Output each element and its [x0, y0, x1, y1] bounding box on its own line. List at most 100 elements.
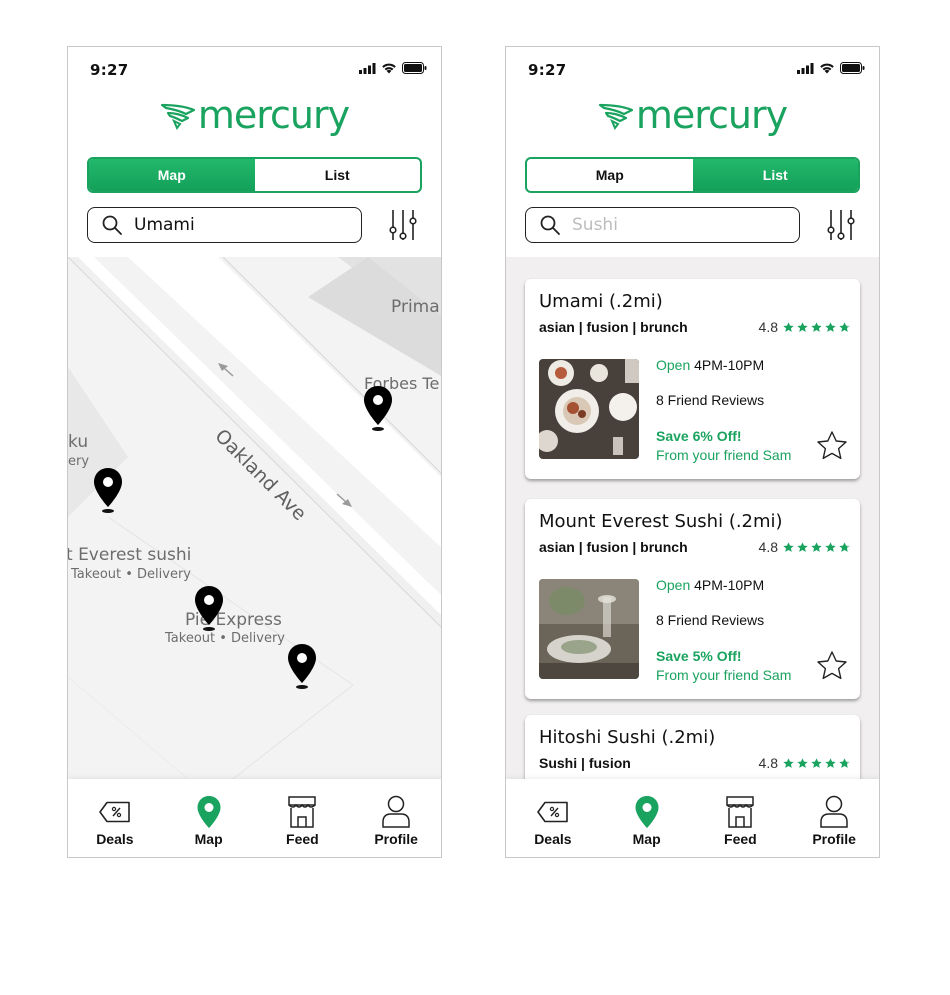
wifi-icon — [382, 63, 396, 74]
restaurant-card[interactable]: Mount Everest Sushi (.2mi) asian | fusio… — [525, 499, 860, 699]
battery-icon — [840, 62, 865, 74]
restaurant-photo — [539, 359, 639, 459]
map-pin-icon[interactable] — [362, 385, 394, 433]
bottom-tab-bar: Deals Map Feed Profile — [68, 779, 441, 857]
tab-map-label: Map — [194, 831, 223, 847]
search-icon — [540, 215, 560, 235]
search-value: Umami — [134, 215, 195, 235]
storefront-icon — [288, 796, 317, 828]
signal-icon — [359, 62, 376, 74]
tab-deals[interactable]: Deals — [506, 779, 600, 857]
search-input[interactable]: Umami — [87, 207, 362, 243]
deal-source: From your friend Sam — [656, 447, 792, 463]
map-view[interactable]: Oakland Ave Prima Forbes Te ku ery t Eve… — [68, 257, 441, 779]
star-icon — [825, 757, 836, 768]
restaurant-rating: 4.8 — [759, 319, 850, 335]
map-label-prima: Prima — [391, 297, 440, 317]
favorite-star-icon[interactable] — [816, 430, 848, 462]
favorite-star-icon[interactable] — [816, 650, 848, 682]
tab-map[interactable]: Map — [162, 779, 256, 857]
open-status: Open — [656, 577, 691, 593]
view-toggle: Map List — [87, 157, 422, 193]
bottom-tab-bar: Deals Map Feed Profile — [506, 779, 879, 857]
restaurant-rating: 4.8 — [759, 539, 850, 555]
map-pin-icon[interactable] — [92, 467, 124, 515]
tab-list-view[interactable]: List — [255, 159, 421, 191]
tab-feed[interactable]: Feed — [694, 779, 788, 857]
tab-map[interactable]: Map — [600, 779, 694, 857]
map-label-everest-sub: Takeout • Delivery — [71, 567, 192, 582]
restaurant-card[interactable]: Umami (.2mi) asian | fusion | brunch 4.8… — [525, 279, 860, 479]
mercury-logo: mercury — [506, 96, 879, 137]
storefront-icon — [726, 796, 755, 828]
logo-text: mercury — [197, 93, 350, 137]
list-screen: 9:27 mercury Map List Sushi Umami (.2mi)… — [505, 46, 880, 858]
status-time: 9:27 — [90, 61, 129, 79]
tab-map-view[interactable]: Map — [527, 159, 693, 191]
map-label-ku: ku — [68, 432, 89, 452]
star-icon — [811, 757, 822, 768]
filter-button[interactable] — [824, 207, 858, 243]
tab-map-view[interactable]: Map — [89, 159, 255, 191]
map-label-everest: t Everest sushi — [68, 545, 192, 565]
open-status: Open — [656, 357, 691, 373]
star-icon — [811, 541, 822, 552]
restaurant-tags: asian | fusion | brunch — [539, 539, 688, 555]
restaurant-photo — [539, 579, 639, 679]
battery-icon — [402, 62, 427, 74]
tab-deals-label: Deals — [96, 831, 134, 847]
tab-feed[interactable]: Feed — [256, 779, 350, 857]
tab-deals-label: Deals — [534, 831, 572, 847]
restaurant-rating: 4.8 — [759, 755, 850, 771]
opening-hours: Open 4PM-10PM — [656, 577, 764, 593]
tab-profile[interactable]: Profile — [787, 779, 879, 857]
rating-value: 4.8 — [758, 755, 778, 771]
map-pin-icon[interactable] — [286, 643, 318, 691]
search-input[interactable]: Sushi — [525, 207, 800, 243]
tab-profile[interactable]: Profile — [349, 779, 441, 857]
star-icon — [797, 541, 808, 552]
sliders-icon — [389, 210, 417, 240]
status-bar: 9:27 — [68, 47, 441, 91]
tab-profile-label: Profile — [374, 831, 418, 847]
search-icon — [102, 215, 122, 235]
restaurant-name: Mount Everest Sushi (.2mi) — [539, 511, 783, 532]
star-icon — [783, 541, 794, 552]
map-background — [68, 257, 441, 779]
discount-tag-icon — [99, 801, 130, 823]
star-icon — [825, 321, 836, 332]
status-icons — [797, 62, 865, 74]
tab-feed-label: Feed — [724, 831, 757, 847]
search-placeholder: Sushi — [572, 215, 618, 235]
restaurant-tags: asian | fusion | brunch — [539, 319, 688, 335]
map-label-pie-sub: Takeout • Delivery — [165, 631, 286, 646]
deal-text: Save 5% Off! — [656, 648, 742, 664]
rating-value: 4.8 — [758, 319, 778, 335]
restaurant-name: Umami (.2mi) — [539, 291, 663, 312]
map-pin-icon — [635, 796, 659, 828]
restaurant-name: Hitoshi Sushi (.2mi) — [539, 727, 716, 748]
tab-profile-label: Profile — [812, 831, 856, 847]
signal-icon — [797, 62, 814, 74]
user-icon — [382, 795, 410, 828]
tab-deals[interactable]: Deals — [68, 779, 162, 857]
map-pin-icon[interactable] — [193, 585, 225, 633]
restaurant-card[interactable]: Hitoshi Sushi (.2mi) Sushi | fusion 4.8 — [525, 715, 860, 779]
star-half-icon — [839, 541, 850, 552]
restaurant-list[interactable]: Umami (.2mi) asian | fusion | brunch 4.8… — [506, 257, 879, 779]
status-bar: 9:27 — [506, 47, 879, 91]
friend-reviews[interactable]: 8 Friend Reviews — [656, 392, 764, 408]
tab-list-view[interactable]: List — [692, 159, 858, 191]
filter-button[interactable] — [386, 207, 420, 243]
star-rating — [783, 757, 850, 769]
wing-icon — [598, 103, 633, 130]
view-toggle: Map List — [525, 157, 860, 193]
opening-hours: Open 4PM-10PM — [656, 357, 764, 373]
star-half-icon — [839, 321, 850, 332]
hours: 4PM-10PM — [694, 357, 765, 373]
rating-value: 4.8 — [758, 539, 778, 555]
star-icon — [797, 321, 808, 332]
friend-reviews[interactable]: 8 Friend Reviews — [656, 612, 764, 628]
deal-text: Save 6% Off! — [656, 428, 742, 444]
mercury-logo: mercury — [68, 93, 441, 137]
